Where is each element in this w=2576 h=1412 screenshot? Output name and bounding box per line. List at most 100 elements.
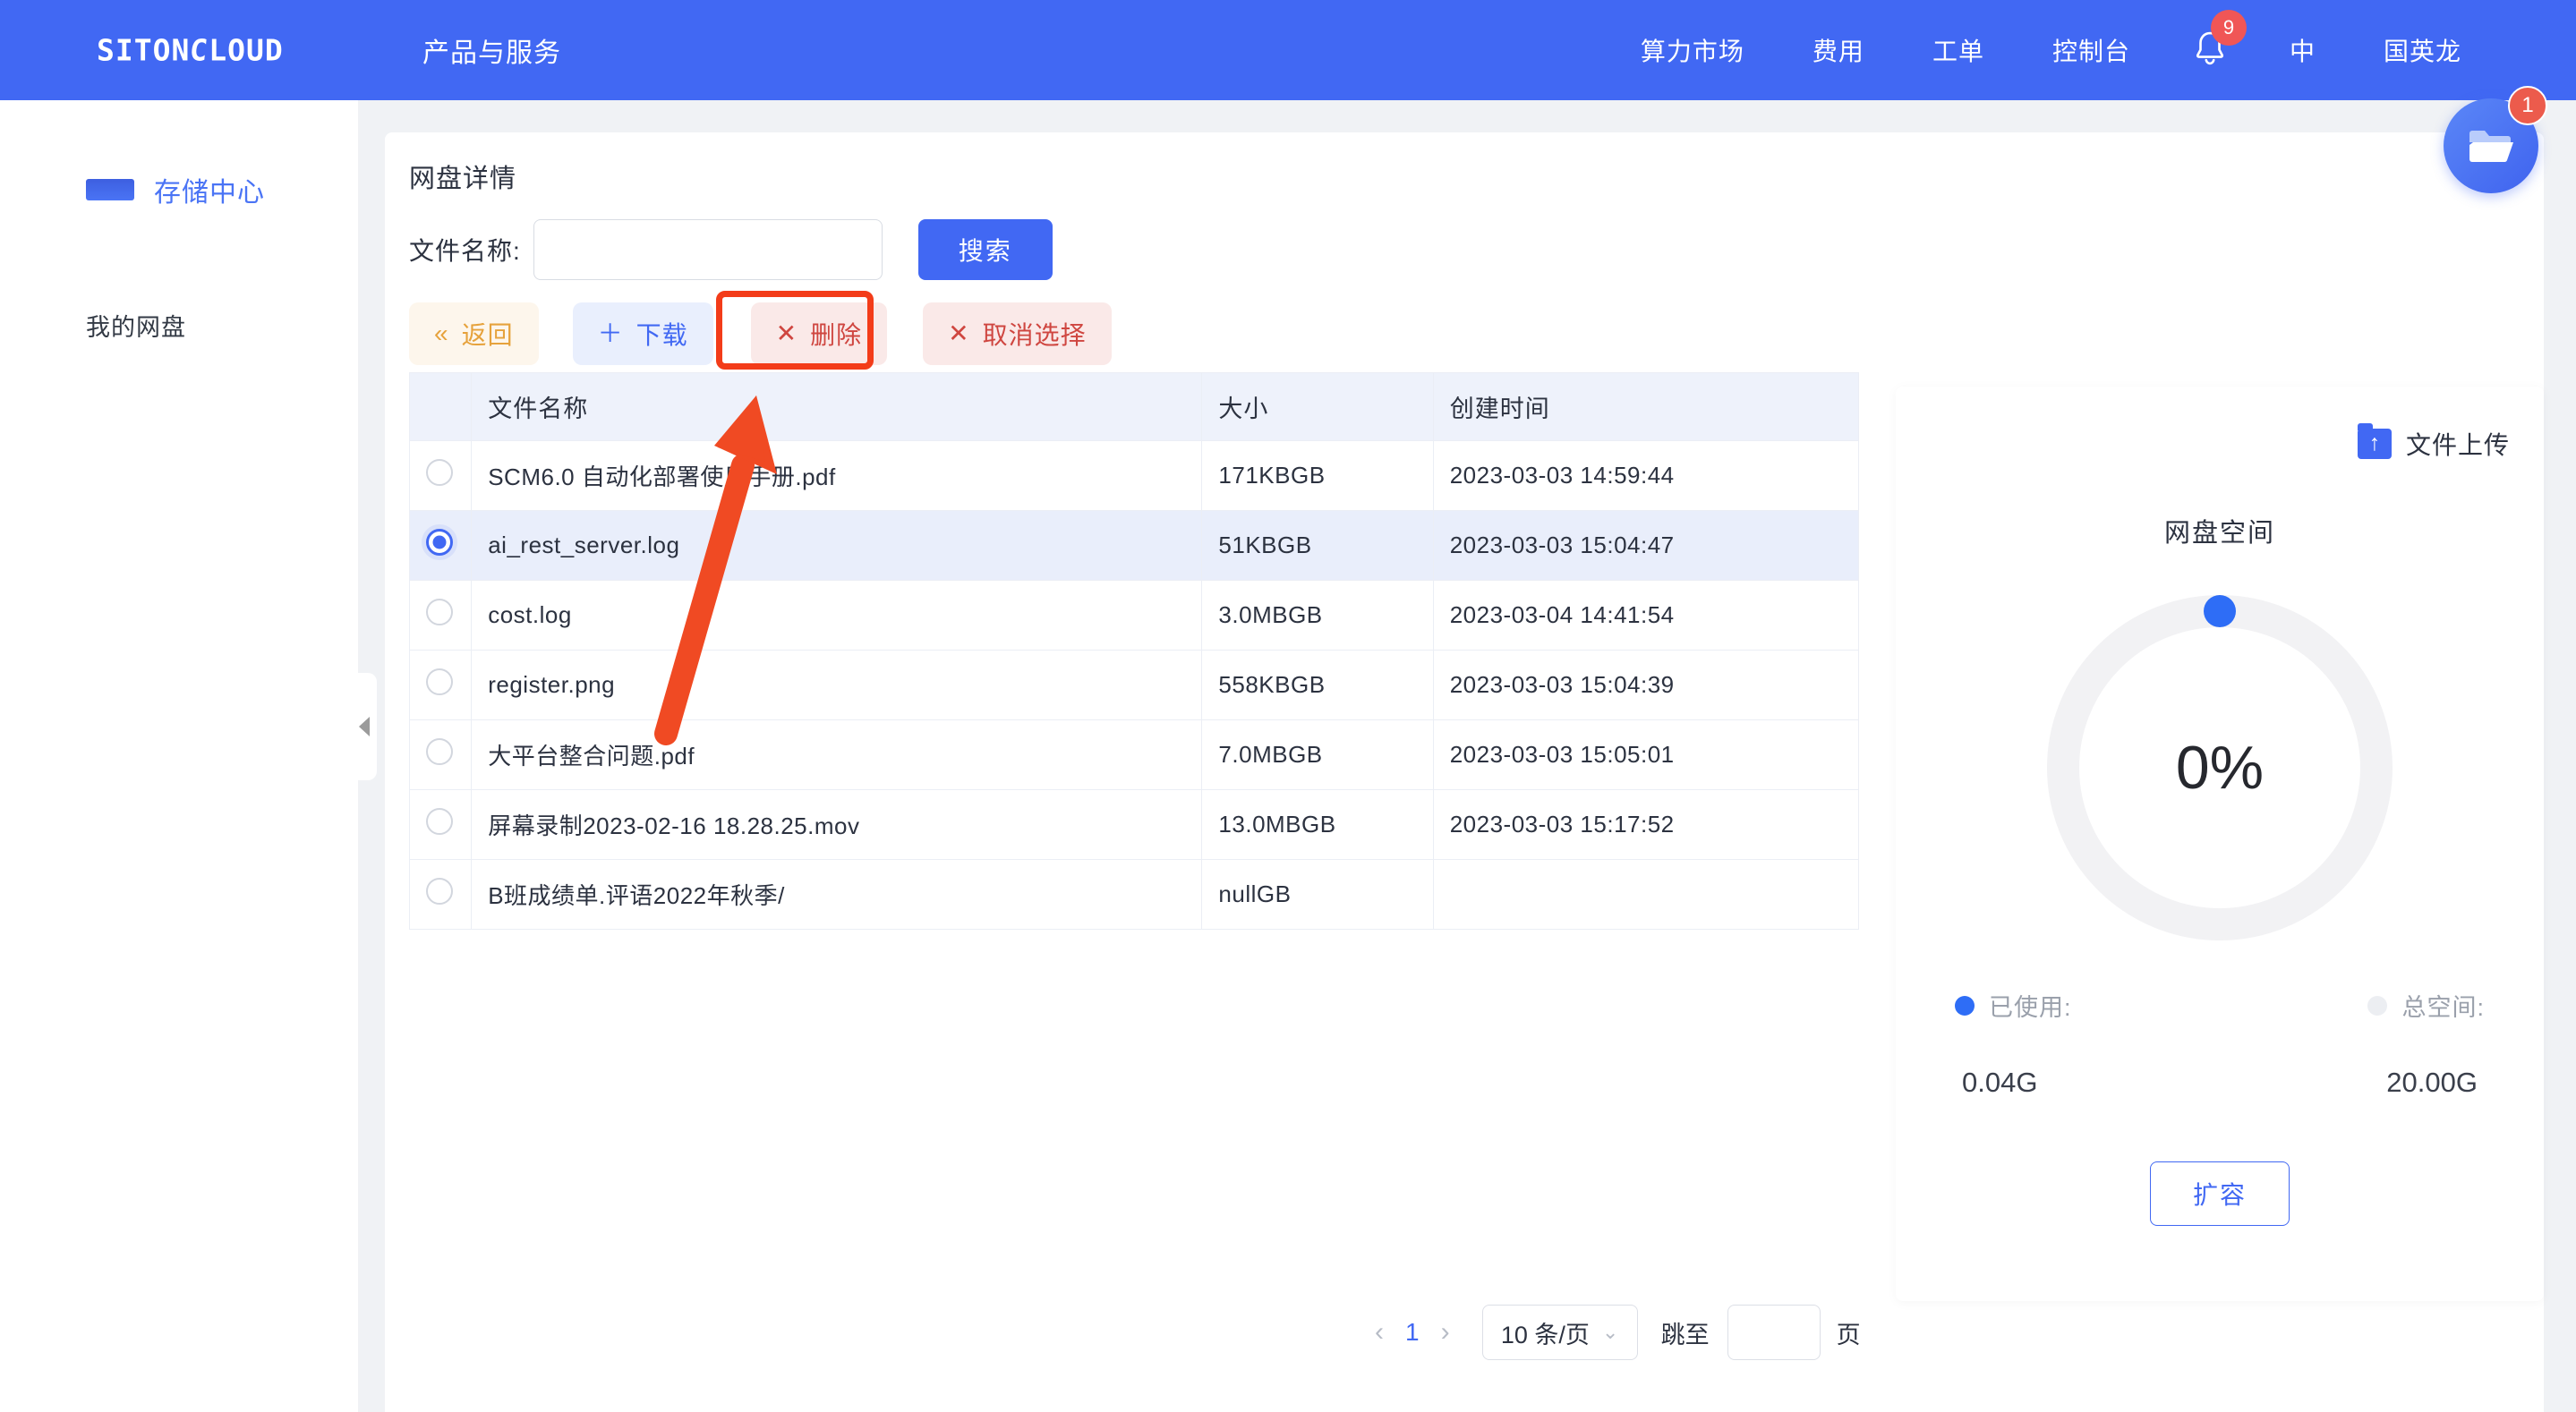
expand-capacity-button[interactable]: 扩容 <box>2150 1161 2290 1226</box>
row-size: 171KBGB <box>1201 440 1434 511</box>
row-size: 51KBGB <box>1201 510 1434 581</box>
pagination-page-1[interactable]: 1 <box>1398 1318 1427 1347</box>
disk-space-title: 网盘空间 <box>2163 519 2275 548</box>
table-row[interactable]: register.png 558KBGB 2023-03-03 15:04:39 <box>409 650 1860 720</box>
row-filename: 屏幕录制2023-02-16 18.28.25.mov <box>471 789 1203 860</box>
cancel-selection-button[interactable]: ✕ 取消选择 <box>923 302 1112 365</box>
column-filename: 文件名称 <box>471 372 1203 441</box>
row-select-cell[interactable] <box>409 789 473 860</box>
row-created: 2023-03-03 15:04:39 <box>1433 650 1860 720</box>
row-radio[interactable] <box>426 459 453 486</box>
row-radio[interactable] <box>426 599 453 625</box>
row-select-cell[interactable] <box>409 580 473 651</box>
chevron-double-left-icon: « <box>434 319 449 347</box>
row-radio[interactable] <box>426 878 453 905</box>
search-button[interactable]: 搜索 <box>917 219 1053 280</box>
table-row[interactable]: SCM6.0 自动化部署使用手册.pdf 171KBGB 2023-03-03 … <box>409 440 1860 511</box>
row-filename: cost.log <box>471 580 1203 651</box>
nav-item-billing[interactable]: 费用 <box>1778 32 1898 68</box>
sidebar-item-my-disk[interactable]: 我的网盘 <box>86 308 186 343</box>
download-button-label: 下载 <box>635 321 688 349</box>
row-select-cell[interactable] <box>409 440 473 511</box>
table-row[interactable]: 屏幕录制2023-02-16 18.28.25.mov 13.0MBGB 202… <box>409 789 1860 860</box>
nav-products-and-services[interactable]: 产品与服务 <box>422 30 561 70</box>
pagination: ‹ 1 › 10 条/页 ⌄ 跳至 页 <box>1361 1305 1861 1360</box>
app-header: SITON C LOUD 产品与服务 算力市场 费用 工单 控制台 9 中 国英龙 <box>0 0 2576 100</box>
sidebar-collapse-handle[interactable] <box>352 673 377 780</box>
row-radio[interactable] <box>426 529 453 556</box>
language-switcher[interactable]: 中 <box>2256 32 2350 68</box>
nav-item-tickets[interactable]: 工单 <box>1898 32 2018 68</box>
jump-to-input[interactable] <box>1727 1305 1821 1360</box>
logo-text-part1: SITON <box>97 32 191 68</box>
legend-item-used: 已使用: <box>1955 988 2072 1023</box>
table-row[interactable]: ai_rest_server.log 51KBGB 2023-03-03 15:… <box>409 510 1860 581</box>
table-row[interactable]: 大平台整合问题.pdf 7.0MBGB 2023-03-03 15:05:01 <box>409 719 1860 790</box>
chevron-left-icon <box>359 717 370 736</box>
action-toolbar: « 返回 ＋ 下载 ✕ 删除 ✕ 取消选择 <box>409 302 1112 365</box>
nav-item-compute-market[interactable]: 算力市场 <box>1607 32 1778 68</box>
disk-usage-values: 0.04G 20.00G <box>1896 1067 2544 1099</box>
storage-icon <box>86 179 134 200</box>
column-size: 大小 <box>1201 372 1434 441</box>
pagination-next-button[interactable]: › <box>1427 1317 1464 1348</box>
row-radio[interactable] <box>426 668 453 695</box>
total-space-value: 20.00G <box>2386 1067 2478 1098</box>
logo-text-part2: C <box>188 32 211 68</box>
row-select-cell[interactable] <box>409 650 473 720</box>
row-created: 2023-03-03 15:05:01 <box>1433 719 1860 790</box>
pagination-prev-button[interactable]: ‹ <box>1361 1317 1398 1348</box>
row-filename: register.png <box>471 650 1203 720</box>
page-size-value: 10 条/页 <box>1500 1321 1590 1348</box>
table-row[interactable]: cost.log 3.0MBGB 2023-03-04 14:41:54 <box>409 580 1860 651</box>
download-button[interactable]: ＋ 下载 <box>572 302 713 365</box>
close-x-icon: ✕ <box>948 319 970 347</box>
folder-open-icon <box>2469 131 2513 162</box>
row-created: 2023-03-03 14:59:44 <box>1433 440 1860 511</box>
delete-button[interactable]: ✕ 删除 <box>750 302 888 365</box>
cancel-selection-button-label: 取消选择 <box>982 321 1087 349</box>
close-x-icon: ✕ <box>775 319 798 347</box>
row-size: nullGB <box>1201 859 1434 930</box>
page-unit-label: 页 <box>1836 1321 1861 1348</box>
legend-label-used: 已使用: <box>1989 994 2072 1021</box>
row-select-cell[interactable] <box>409 510 473 581</box>
page-size-select[interactable]: 10 条/页 ⌄ <box>1481 1305 1638 1360</box>
row-select-cell[interactable] <box>409 719 473 790</box>
file-table-body: SCM6.0 自动化部署使用手册.pdf 171KBGB 2023-03-03 … <box>409 440 1860 930</box>
row-radio[interactable] <box>426 808 453 835</box>
disk-usage-percent: 0% <box>2175 734 2265 802</box>
table-row[interactable]: B班成绩单.评语2022年秋季/ nullGB <box>409 859 1860 930</box>
back-button[interactable]: « 返回 <box>409 302 539 365</box>
chevron-down-icon: ⌄ <box>1601 1321 1619 1343</box>
search-row: 文件名称: 搜索 <box>409 219 1053 280</box>
row-created: 2023-03-04 14:41:54 <box>1433 580 1860 651</box>
disk-space-panel: 文件上传 网盘空间 0% 已使用: 总空间: 0.04G 20.00G 扩容 <box>1896 387 2544 1301</box>
file-table-header: 文件名称 大小 创建时间 <box>409 372 1860 441</box>
row-radio[interactable] <box>426 738 453 765</box>
file-manager-fab[interactable]: 1 <box>2444 86 2547 193</box>
row-created <box>1433 859 1860 930</box>
search-label: 文件名称: <box>409 237 521 265</box>
table-header-row: 文件名称 大小 创建时间 <box>409 372 1860 441</box>
row-size: 7.0MBGB <box>1201 719 1434 790</box>
folder-upload-icon <box>2357 423 2392 459</box>
nav-item-console[interactable]: 控制台 <box>2018 32 2164 68</box>
row-select-cell[interactable] <box>409 859 473 930</box>
file-table: 文件名称 大小 创建时间 SCM6.0 自动化部署使用手册.pdf 171KBG… <box>409 372 1860 930</box>
sidebar-section-storage-center[interactable]: 存储中心 <box>86 170 265 209</box>
brand-logo[interactable]: SITON C LOUD <box>97 33 284 68</box>
row-created: 2023-03-03 15:04:47 <box>1433 510 1860 581</box>
back-button-label: 返回 <box>461 321 514 349</box>
jump-to-label: 跳至 <box>1660 1321 1710 1348</box>
search-input[interactable] <box>533 219 883 280</box>
disk-usage-legend: 已使用: 总空间: <box>1896 988 2544 1023</box>
user-menu[interactable]: 国英龙 <box>2350 32 2495 68</box>
file-upload-label: 文件上传 <box>2405 431 2510 459</box>
row-filename: SCM6.0 自动化部署使用手册.pdf <box>471 440 1203 511</box>
logo-text-part3: LOUD <box>209 32 284 68</box>
sidebar: 存储中心 我的网盘 <box>0 100 358 1412</box>
file-upload-button[interactable]: 文件上传 <box>2357 423 2510 462</box>
used-space-value: 0.04G <box>1962 1067 2038 1098</box>
notification-bell-button[interactable]: 9 <box>2164 10 2256 71</box>
